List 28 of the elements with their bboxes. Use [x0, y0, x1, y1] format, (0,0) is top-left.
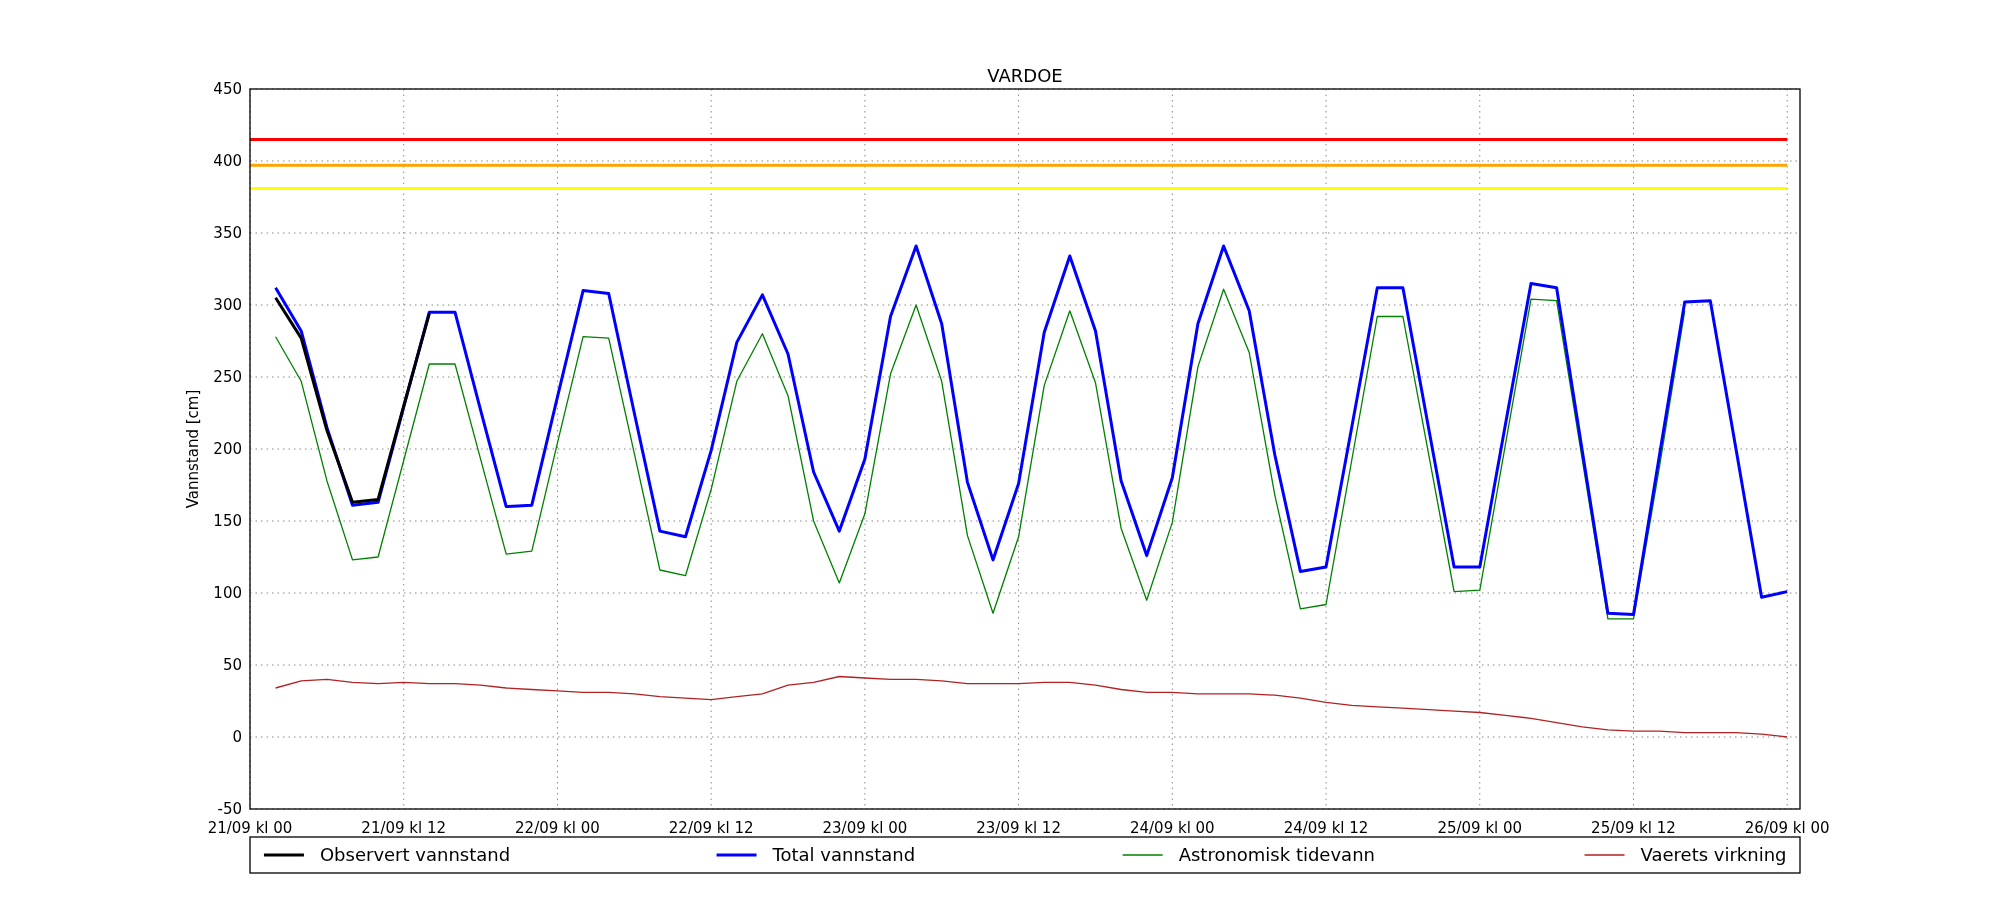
- legend-label: Astronomisk tidevann: [1178, 844, 1375, 865]
- axis-tick-label: 21/09 kl 12: [361, 819, 447, 837]
- axis-tick-label: 23/09 kl 12: [976, 819, 1061, 837]
- axis-tick-label: 450: [213, 80, 242, 98]
- axis-tick-label: 25/09 kl 00: [1437, 819, 1523, 837]
- axis-tick-label: 0: [232, 728, 242, 746]
- axis-tick-label: 350: [213, 224, 242, 242]
- axis-tick-label: -50: [217, 800, 242, 818]
- chart-title: VARDOE: [987, 65, 1063, 86]
- axis-tick-label: 22/09 kl 12: [668, 819, 754, 837]
- axis-tick-label: 150: [213, 512, 242, 530]
- axis-tick-label: 50: [222, 656, 242, 674]
- axis-tick-label: 22/09 kl 00: [515, 819, 600, 837]
- axis-tick-label: 25/09 kl 12: [1591, 819, 1676, 837]
- axis-tick-label: 26/09 kl 00: [1744, 819, 1830, 837]
- axis-tick-label: 24/09 kl 00: [1129, 819, 1215, 837]
- legend-label: Total vannstand: [772, 844, 916, 865]
- axis-tick-label: 400: [213, 152, 242, 170]
- axis-label: Vannstand [cm]: [184, 389, 202, 509]
- axis-tick-label: 100: [213, 584, 242, 602]
- axis-tick-label: 21/09 kl 00: [207, 819, 293, 837]
- axis-tick-label: 23/09 kl 00: [822, 819, 908, 837]
- axis-tick-label: 300: [213, 296, 242, 314]
- axis-tick-label: 200: [213, 440, 242, 458]
- axis-tick-label: 24/09 kl 12: [1283, 819, 1369, 837]
- axis-tick-label: 250: [213, 368, 242, 386]
- legend-label: Observert vannstand: [319, 844, 511, 865]
- legend-label: Vaerets virkning: [1640, 844, 1787, 865]
